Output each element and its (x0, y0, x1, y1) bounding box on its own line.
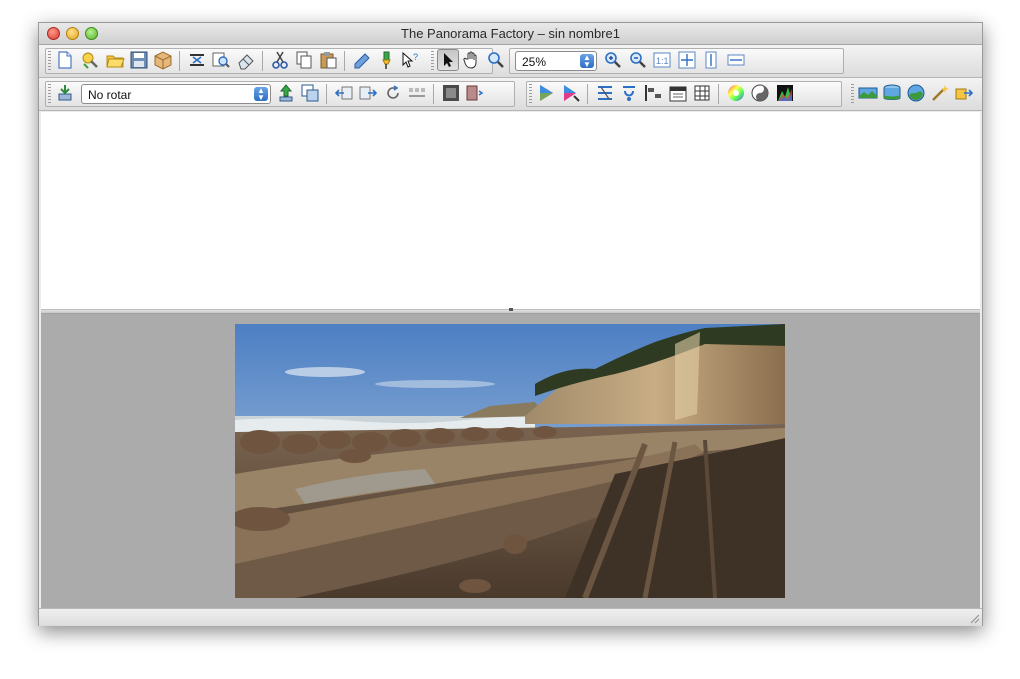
toolbar-grip[interactable] (48, 84, 51, 104)
toolbar-grip[interactable] (851, 84, 854, 104)
select-arrow-icon[interactable] (437, 49, 459, 71)
zoom-level-value: 25% (522, 55, 547, 69)
export-icon[interactable] (953, 82, 975, 104)
toolbar-separator (718, 84, 719, 104)
flip-left-icon[interactable] (333, 82, 355, 104)
eraser-icon[interactable] (235, 49, 257, 71)
panorama-image (235, 324, 785, 598)
svg-text:1:1: 1:1 (656, 56, 669, 66)
toolbar-grip[interactable] (431, 51, 434, 71)
stitch-icon[interactable] (186, 49, 208, 71)
select-stepper-icon: ▲ ▼ (580, 54, 594, 69)
select-stepper-icon: ▲ ▼ (254, 87, 268, 102)
app-window: The Panorama Factory – sin nombre1 ? 25%… (38, 22, 983, 626)
splitter-handle[interactable] (509, 308, 513, 311)
fit-width-icon[interactable] (725, 49, 747, 71)
move-up-icon[interactable] (275, 82, 297, 104)
help-pointer-icon[interactable]: ? (399, 49, 421, 71)
sphere-icon[interactable] (905, 82, 927, 104)
stack-icon[interactable] (594, 82, 616, 104)
histogram-icon[interactable] (774, 82, 796, 104)
zoom-level-select[interactable]: 25% ▲ ▼ (515, 51, 597, 71)
calendar-icon[interactable] (667, 82, 689, 104)
toolbar-separator (433, 84, 434, 104)
actual-size-icon[interactable]: 1:1 (651, 49, 673, 71)
toolbar-grip[interactable] (529, 84, 532, 104)
crop-frame-icon[interactable] (464, 82, 486, 104)
main-toolbar: ? 25% ▲ ▼ 1:1 (39, 45, 982, 78)
open-folder-icon[interactable] (104, 49, 126, 71)
marker-icon[interactable] (375, 49, 397, 71)
panorama-flat-icon[interactable] (857, 82, 879, 104)
fit-height-icon[interactable] (700, 49, 722, 71)
zoom-tool-icon[interactable] (485, 49, 507, 71)
toolbar-separator (344, 51, 345, 71)
grid-icon[interactable] (691, 82, 713, 104)
cylinder-icon[interactable] (881, 82, 903, 104)
link-icon[interactable] (618, 82, 640, 104)
resize-grip-icon[interactable] (968, 612, 980, 624)
svg-text:?: ? (413, 52, 418, 62)
color-triangle-pick-icon[interactable] (560, 82, 582, 104)
toolbar-separator (262, 51, 263, 71)
paste-icon[interactable] (317, 49, 339, 71)
window-title: The Panorama Factory – sin nombre1 (401, 26, 620, 41)
color-triangle-icon[interactable] (535, 82, 557, 104)
rotate-import-icon[interactable] (54, 82, 76, 104)
strip-icon[interactable] (406, 82, 428, 104)
color-wheel-icon[interactable] (725, 82, 747, 104)
rotation-select[interactable]: No rotar ▲ ▼ (81, 84, 271, 104)
preview-icon[interactable] (210, 49, 232, 71)
panorama-preview-pane[interactable] (41, 314, 980, 608)
zoom-in-icon[interactable] (602, 49, 624, 71)
pencil-icon[interactable] (351, 49, 373, 71)
cut-icon[interactable] (269, 49, 291, 71)
rotation-select-value: No rotar (88, 88, 132, 102)
toolbar-grip[interactable] (48, 51, 51, 71)
source-images-pane[interactable] (41, 112, 980, 309)
yin-yang-icon[interactable] (749, 82, 771, 104)
status-bar (39, 608, 982, 626)
toolbar-separator (179, 51, 180, 71)
secondary-toolbar: No rotar ▲ ▼ (39, 78, 982, 111)
align-left-icon[interactable] (642, 82, 664, 104)
package-icon[interactable] (152, 49, 174, 71)
duplicate-frame-icon[interactable] (299, 82, 321, 104)
flip-right-icon[interactable] (357, 82, 379, 104)
new-document-icon[interactable] (54, 49, 76, 71)
magic-wand-icon[interactable] (929, 82, 951, 104)
title-bar[interactable]: The Panorama Factory – sin nombre1 (39, 23, 982, 45)
filmstrip-icon[interactable] (440, 82, 462, 104)
zoom-out-icon[interactable] (627, 49, 649, 71)
open-project-icon[interactable] (79, 49, 101, 71)
save-icon[interactable] (128, 49, 150, 71)
copy-icon[interactable] (293, 49, 315, 71)
fit-window-icon[interactable] (676, 49, 698, 71)
rotate-frames-icon[interactable] (382, 82, 404, 104)
hand-pan-icon[interactable] (461, 49, 483, 71)
toolbar-separator (587, 84, 588, 104)
toolbar-separator (326, 84, 327, 104)
